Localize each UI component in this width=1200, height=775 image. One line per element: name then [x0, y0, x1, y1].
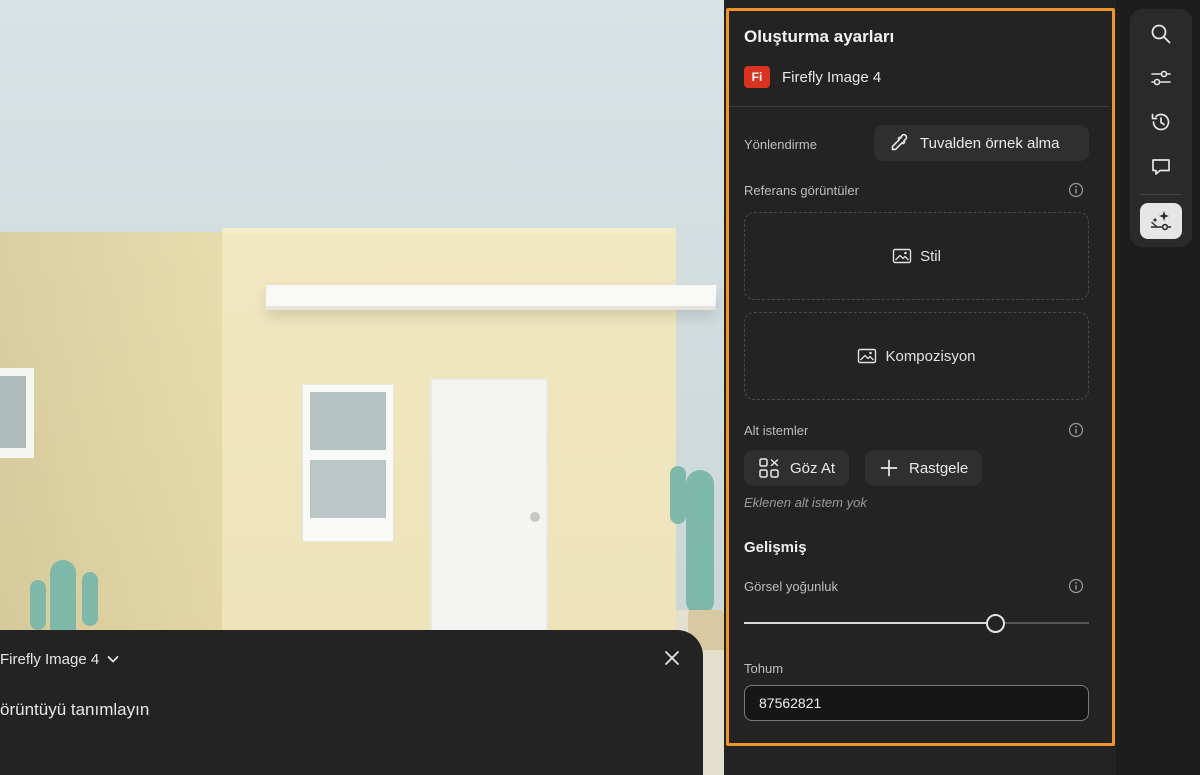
history-icon [1151, 113, 1170, 131]
door-knob [530, 512, 540, 522]
comments-tool-button[interactable] [1140, 149, 1182, 185]
panel-title: Oluşturma ayarları [744, 27, 895, 46]
style-dropzone-label: Stil [920, 247, 941, 265]
adjustments-tool-button[interactable] [1140, 60, 1182, 96]
search-icon [1151, 24, 1171, 44]
browse-button[interactable]: Göz At [744, 450, 850, 486]
seed-input[interactable] [744, 685, 1089, 721]
cactus-left-arm [30, 580, 46, 630]
reference-images-label: Referans görüntüler [744, 183, 859, 198]
style-reference-dropzone[interactable]: Stil [744, 212, 1089, 300]
visual-intensity-slider-fill [744, 622, 996, 624]
sample-from-canvas-label: Tuvalden örnek alma [920, 134, 1060, 152]
info-icon[interactable] [1068, 182, 1084, 198]
random-button-label: Rastgele [909, 459, 969, 477]
generation-settings-tool-button[interactable] [1140, 203, 1182, 239]
comment-icon [1152, 159, 1170, 175]
settings-model-row: Fi Firefly Image 4 [744, 66, 881, 88]
prompt-input[interactable]: örüntüyü tanımlayın [0, 700, 149, 720]
composition-reference-dropzone[interactable]: Kompozisyon [744, 312, 1089, 400]
sample-from-canvas-button[interactable]: Tuvalden örnek alma [874, 125, 1089, 161]
chevron-down-icon [107, 656, 119, 663]
cactus-right [686, 470, 714, 615]
toolbar-divider [1140, 194, 1182, 195]
cactus-right-arm [670, 466, 686, 524]
close-icon[interactable] [662, 648, 682, 668]
composition-dropzone-label: Kompozisyon [885, 347, 976, 365]
app-root: Firefly Image 4 örüntüyü tanımlayın Oluş… [0, 0, 1200, 775]
history-tool-button[interactable] [1140, 104, 1182, 140]
window-pane-bottom [310, 460, 386, 518]
guidance-label: Yönlendirme [744, 137, 817, 152]
house-door [430, 378, 548, 633]
model-selector-label: Firefly Image 4 [0, 650, 100, 668]
house-window [302, 384, 394, 542]
window-pane [0, 376, 26, 448]
advanced-section-title: Gelişmiş [744, 539, 807, 556]
sliders-icon [1151, 70, 1171, 86]
image-icon [892, 248, 912, 264]
model-selector[interactable]: Firefly Image 4 [0, 649, 119, 669]
firefly-logo-icon: Fi [744, 66, 770, 88]
cactus-left-arm [82, 572, 98, 626]
generate-settings-icon [1150, 211, 1172, 231]
random-button[interactable]: Rastgele [865, 450, 983, 486]
settings-model-label: Firefly Image 4 [782, 68, 882, 86]
house-side-window [0, 368, 34, 458]
plus-icon [880, 459, 898, 477]
visual-intensity-slider-thumb[interactable] [985, 614, 1005, 633]
house-roof-edge [222, 228, 676, 234]
no-subprompts-hint: Eklenen alt istem yok [744, 495, 867, 510]
house-awning-edge [266, 306, 716, 310]
info-icon[interactable] [1068, 578, 1084, 594]
visual-intensity-label: Görsel yoğunluk [744, 579, 838, 594]
grid-icon [759, 458, 779, 478]
subprompts-label: Alt istemler [744, 423, 809, 438]
search-tool-button[interactable] [1140, 16, 1182, 52]
info-icon[interactable] [1068, 422, 1084, 438]
divider [726, 106, 1110, 107]
image-icon [858, 348, 877, 364]
window-pane-top [310, 392, 386, 450]
cactus-left [50, 560, 76, 640]
seed-label: Tohum [744, 661, 784, 676]
eyedropper-icon [891, 133, 908, 151]
browse-button-label: Göz At [790, 459, 836, 477]
